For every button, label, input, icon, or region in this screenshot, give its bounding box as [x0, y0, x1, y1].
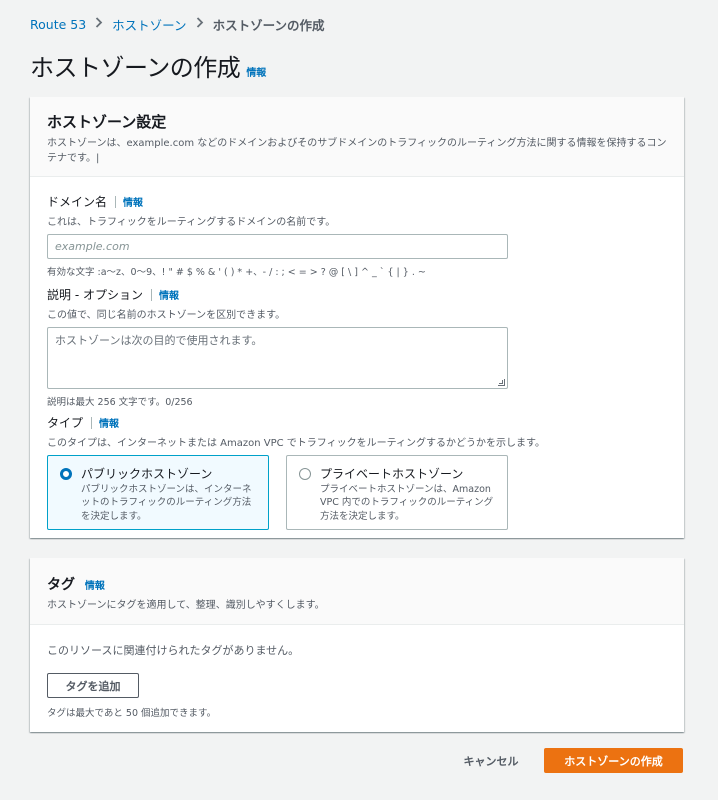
cancel-button[interactable]: キャンセル: [447, 748, 535, 773]
create-hosted-zone-button[interactable]: ホストゾーンの作成: [544, 748, 683, 773]
comment-textarea[interactable]: ホストゾーンは次の目的で使用されます。: [47, 327, 508, 389]
domain-name-description: これは、トラフィックをルーティングするドメインの名前です。: [47, 217, 336, 228]
label-divider: [150, 288, 152, 301]
comment-placeholder: ホストゾーンは次の目的で使用されます。: [55, 334, 263, 347]
public-tile-description: パブリックホストゾーンは、インターネットのトラフィックのルーティング方法を決定し…: [81, 484, 252, 522]
comment-description: この値で、同じ名前のホストゾーンを区別できます。: [47, 310, 286, 321]
type-label: タイプ: [47, 416, 84, 430]
public-radio-button[interactable]: [60, 468, 72, 480]
tags-panel: タグ 情報 ホストゾーンにタグを適用して、整理、識別しやすくします。 このリソー…: [30, 558, 684, 732]
type-info-link[interactable]: 情報: [99, 415, 119, 430]
domain-name-input[interactable]: example.com: [47, 234, 508, 259]
label-divider: [115, 195, 117, 208]
chevron-right-icon: [95, 17, 103, 32]
private-tile-title: プライベートホストゾーン: [320, 467, 464, 481]
tags-panel-title: タグ: [47, 577, 75, 593]
type-tiles: パブリックホストゾーン パブリックホストゾーンは、インターネットのトラフィックの…: [47, 455, 545, 530]
settings-panel-title: ホストゾーン設定: [47, 113, 167, 131]
domain-name-info-link[interactable]: 情報: [123, 194, 143, 209]
page-info-link[interactable]: 情報: [246, 64, 266, 79]
tags-panel-header: タグ 情報 ホストゾーンにタグを適用して、整理、識別しやすくします。: [30, 558, 684, 625]
domain-name-label: ドメイン名: [47, 195, 108, 209]
chevron-right-icon: [196, 17, 204, 32]
add-tag-button[interactable]: タグを追加: [47, 673, 139, 698]
page-title: ホストゾーンの作成: [30, 54, 241, 82]
public-tile-title: パブリックホストゾーン: [81, 467, 213, 481]
comment-label: 説明 - オプション: [47, 288, 143, 302]
resize-handle-icon[interactable]: [498, 379, 505, 386]
breadcrumb-current: ホストゾーンの作成: [212, 18, 325, 33]
private-hosted-zone-tile[interactable]: プライベートホストゾーン プライベートホストゾーンは、Amazon VPC 内で…: [286, 455, 508, 530]
type-field: タイプ 情報 このタイプは、インターネットまたは Amazon VPC でトラフ…: [47, 414, 545, 530]
no-tags-message: このリソースに関連付けられたタグがありません。: [47, 644, 300, 657]
private-tile-description: プライベートホストゾーンは、Amazon VPC 内でのトラフィックのルーティン…: [320, 484, 494, 522]
domain-name-field: ドメイン名 情報 これは、トラフィックをルーティングするドメインの名前です。 e…: [47, 193, 508, 278]
private-radio-button[interactable]: [299, 468, 311, 480]
comment-info-link[interactable]: 情報: [159, 287, 179, 302]
breadcrumb: Route 53 ホストゾーン ホストゾーンの作成: [30, 15, 324, 34]
tags-info-link[interactable]: 情報: [85, 581, 105, 592]
domain-name-constraint: 有効な文字 :a〜z、0〜9、! " # $ % & ' ( ) * +、- /…: [47, 267, 426, 278]
tag-limit-text: タグは最大であと 50 個追加できます。: [47, 708, 217, 719]
type-description: このタイプは、インターネットまたは Amazon VPC でトラフィックをルーテ…: [47, 438, 546, 449]
breadcrumb-hosted-zones-link[interactable]: ホストゾーン: [112, 15, 186, 34]
tags-panel-description: ホストゾーンにタグを適用して、整理、識別しやすくします。: [47, 600, 325, 611]
breadcrumb-route53-link[interactable]: Route 53: [30, 17, 86, 32]
label-divider: [91, 416, 93, 429]
page-header: ホストゾーンの作成 情報: [30, 48, 266, 83]
comment-field: 説明 - オプション 情報 この値で、同じ名前のホストゾーンを区別できます。 ホ…: [47, 286, 508, 408]
settings-panel-header: ホストゾーン設定 ホストゾーンは、example.com などのドメインおよびそ…: [30, 97, 684, 177]
comment-constraint: 説明は最大 256 文字です。0/256: [47, 397, 193, 408]
public-hosted-zone-tile[interactable]: パブリックホストゾーン パブリックホストゾーンは、インターネットのトラフィックの…: [47, 455, 269, 530]
settings-panel-description: ホストゾーンは、example.com などのドメインおよびそのサブドメインのト…: [47, 138, 667, 164]
hosted-zone-settings-panel: ホストゾーン設定 ホストゾーンは、example.com などのドメインおよびそ…: [30, 97, 684, 538]
